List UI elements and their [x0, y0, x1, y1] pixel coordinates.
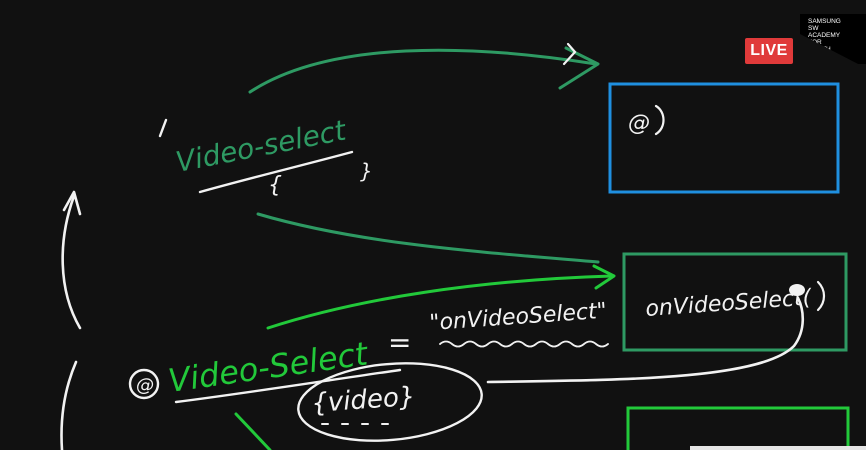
- handler-arg-blob: [789, 284, 805, 296]
- handler-string: "onVideoSelect": [429, 299, 608, 336]
- blue-component-box: [608, 82, 840, 194]
- top-event-label: Video-select: [173, 113, 349, 178]
- whiteboard-canvas: @ Video-select { } "onVideoSelect" onVid…: [60, 42, 850, 450]
- blue-box-text: @: [628, 111, 650, 136]
- top-arrow-head: [558, 46, 600, 90]
- top-event-brace-close: }: [360, 159, 373, 183]
- handler-paren-close: [816, 280, 826, 312]
- left-up-arrow: [61, 194, 82, 330]
- bottom-right-panel-edge: [690, 446, 866, 450]
- top-event-brace-open: {: [268, 173, 282, 198]
- live-badge: LIVE: [745, 38, 793, 64]
- at-symbol: @: [136, 375, 154, 396]
- blue-box-paren: [654, 104, 665, 136]
- handler-call: onVideoSelect(: [645, 285, 814, 322]
- lower-green-box: [626, 406, 850, 450]
- tick-mark-left: [158, 118, 168, 138]
- middle-teal-line: [256, 212, 600, 264]
- left-lower-arrow: [60, 360, 78, 450]
- equals-sign: =: [388, 326, 411, 359]
- payload-text: {video}: [310, 382, 416, 419]
- top-arrow: [248, 48, 598, 94]
- handler-squiggle: [439, 340, 609, 348]
- bottom-green-stroke: [234, 412, 272, 450]
